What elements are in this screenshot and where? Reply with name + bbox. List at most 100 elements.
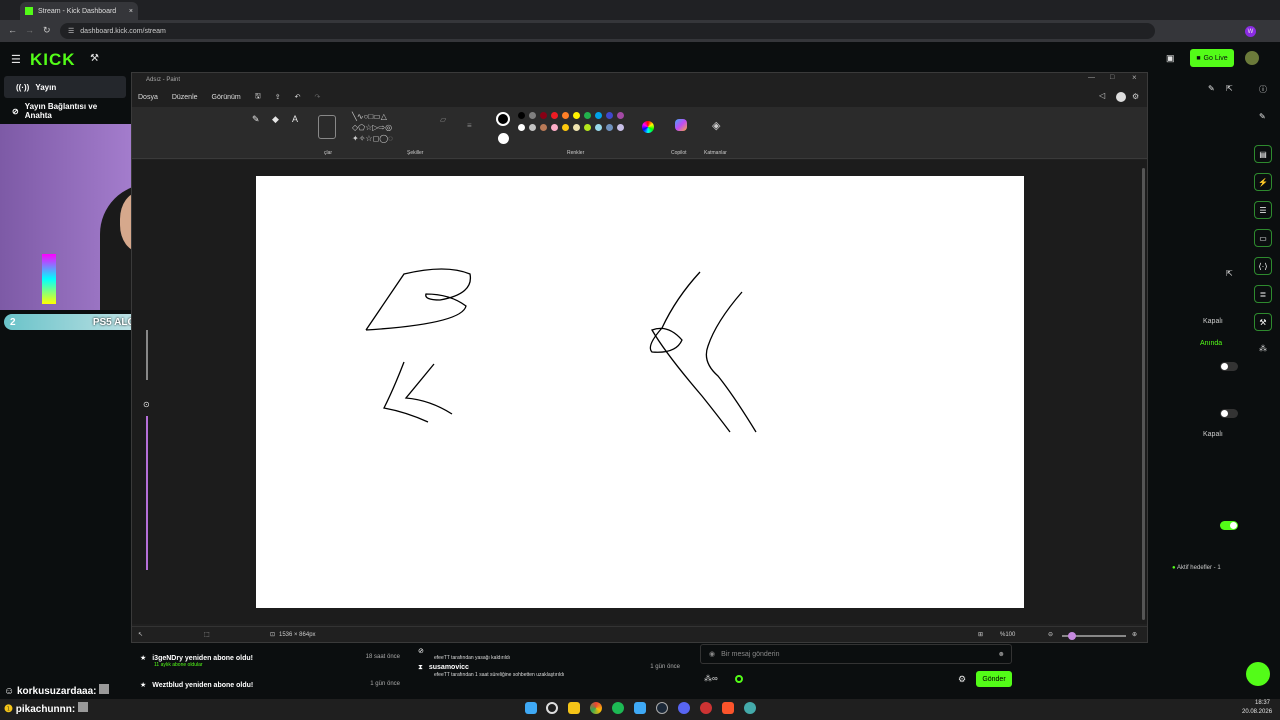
color-swatch[interactable] — [595, 112, 602, 119]
spotify-icon[interactable] — [612, 702, 624, 714]
lock-icon[interactable]: ⊙ — [143, 400, 150, 409]
camera-icon[interactable]: ▣ — [1166, 53, 1175, 64]
chrome-icon[interactable] — [590, 702, 602, 714]
menu-file[interactable]: Dosya — [138, 94, 158, 101]
app-icon[interactable] — [700, 702, 712, 714]
app-icon[interactable] — [634, 702, 646, 714]
back-icon[interactable]: ← — [8, 25, 17, 35]
color-swatch[interactable] — [573, 112, 580, 119]
users-icon[interactable]: ⁂ — [1259, 344, 1267, 353]
color-swatch[interactable] — [573, 124, 580, 131]
sidebar-button-chat[interactable]: ▤ — [1254, 145, 1272, 163]
browser-tab[interactable]: Stream - Kick Dashboard × — [20, 2, 138, 20]
color-swatch[interactable] — [617, 112, 624, 119]
zoom-thumb[interactable] — [1068, 632, 1076, 640]
overlay-slider-track[interactable] — [146, 416, 148, 570]
color-swatch[interactable] — [584, 112, 591, 119]
zoom-slider[interactable] — [1062, 632, 1126, 640]
color-picker-icon[interactable] — [642, 121, 654, 133]
color-swatch[interactable] — [529, 124, 536, 131]
pen-icon[interactable]: ✎ — [1259, 112, 1266, 121]
undo-icon[interactable]: ↶ — [295, 93, 301, 101]
color-swatch[interactable] — [551, 112, 558, 119]
settings-icon[interactable]: ⚙ — [1132, 92, 1139, 101]
reload-icon[interactable]: ↻ — [43, 25, 51, 36]
shapes-gallery[interactable]: ╲∿○□▭△ ◇⬠☆▷⇨◎ ✦✧☆◻◯◌ — [352, 111, 430, 145]
drawing-canvas[interactable] — [256, 176, 1024, 608]
overlay-slider-track[interactable] — [146, 330, 148, 380]
fit-icon[interactable]: ⊞ — [978, 631, 983, 638]
color-swatch[interactable] — [606, 124, 613, 131]
color-swatch[interactable] — [617, 124, 624, 131]
clock-time[interactable]: 18:37 — [1255, 700, 1270, 706]
setting-value[interactable]: Anında — [1200, 340, 1222, 347]
sidebar-button-stack[interactable]: ≣ — [1254, 285, 1272, 303]
sidebar-button-flash[interactable]: ⚡ — [1254, 173, 1272, 191]
color-swatch[interactable] — [595, 124, 602, 131]
zoom-level[interactable]: %100 — [1000, 632, 1015, 638]
chat-input[interactable]: ◉ Bir mesaj gönderin ☻ — [700, 644, 1012, 664]
toggle-on[interactable] — [1220, 521, 1238, 530]
search-icon[interactable] — [546, 702, 558, 714]
brush-icon[interactable] — [318, 115, 336, 139]
size-icon[interactable]: ≡ — [467, 121, 472, 130]
info-icon[interactable]: ⓘ — [1259, 84, 1267, 95]
color-swatch[interactable] — [551, 124, 558, 131]
close-icon[interactable]: × — [129, 8, 133, 15]
color-swatch[interactable] — [540, 124, 547, 131]
color-swatch[interactable] — [529, 112, 536, 119]
setting-value[interactable]: Kapalı — [1203, 431, 1223, 438]
menu-edit[interactable]: Düzenle — [172, 94, 198, 101]
steam-icon[interactable] — [656, 702, 668, 714]
color-swatch[interactable] — [584, 124, 591, 131]
account-icon[interactable] — [1116, 92, 1126, 102]
text-tool-icon[interactable]: A — [292, 114, 298, 124]
toggle-off[interactable] — [1220, 362, 1238, 371]
clock-date[interactable]: 20.08.2026 — [1242, 709, 1272, 715]
sidebar-button-wrench[interactable]: ⚒ — [1254, 313, 1272, 331]
close-window-icon[interactable]: × — [1132, 73, 1137, 82]
popout-icon[interactable]: ⇱ — [1226, 269, 1233, 278]
chat-settings-icon[interactable]: ⚙ — [958, 674, 966, 685]
go-live-button[interactable]: ■ Go Live — [1190, 49, 1234, 67]
nav-item-stream-key[interactable]: ⊘ Yayın Bağlantısı ve Anahta — [0, 100, 130, 122]
color-palette[interactable] — [516, 111, 636, 135]
secondary-color[interactable] — [498, 133, 509, 144]
color-swatch[interactable] — [540, 112, 547, 119]
color-swatch[interactable] — [562, 112, 569, 119]
windows-start-icon[interactable] — [525, 702, 537, 714]
zoom-out-icon[interactable]: ⊖ — [1048, 631, 1053, 638]
kick-logo[interactable]: KICK — [30, 50, 76, 70]
fill-icon[interactable]: ◆ — [272, 114, 279, 125]
color-swatch[interactable] — [562, 124, 569, 131]
nav-item-stream[interactable]: ((·)) Yayın — [4, 76, 126, 98]
redo-icon[interactable]: ↷ — [314, 93, 320, 101]
menu-icon[interactable]: ☰ — [11, 53, 21, 66]
obs-icon[interactable] — [744, 702, 756, 714]
copilot-icon[interactable] — [675, 119, 687, 131]
zoom-in-icon[interactable]: ⊕ — [1132, 631, 1137, 638]
vertical-scrollbar[interactable] — [1142, 168, 1145, 620]
brave-icon[interactable] — [722, 702, 734, 714]
menu-view[interactable]: Görünüm — [212, 94, 241, 101]
color-swatch[interactable] — [518, 124, 525, 131]
emoji-icon[interactable]: ☻ — [998, 651, 1005, 658]
layers-icon[interactable]: ◈ — [712, 119, 720, 132]
url-field[interactable]: ☰ dashboard.kick.com/stream — [60, 23, 1155, 39]
edit-icon[interactable]: ✎ — [1208, 84, 1215, 93]
avatar[interactable] — [1245, 51, 1259, 65]
chat-bubble-icon[interactable] — [1246, 662, 1270, 686]
sidebar-button-message[interactable]: ▭ — [1254, 229, 1272, 247]
popout-icon[interactable]: ⇱ — [1226, 84, 1233, 93]
tools-icon[interactable]: ⚒ — [90, 53, 99, 64]
minimize-icon[interactable]: — — [1088, 74, 1095, 81]
save-icon[interactable]: 🖫 — [255, 92, 261, 103]
folder-icon[interactable] — [568, 702, 580, 714]
primary-color[interactable] — [496, 112, 510, 126]
share-icon[interactable]: ⇪ — [275, 93, 281, 101]
emote-icon[interactable]: ◉ — [709, 650, 715, 658]
forward-icon[interactable]: → — [25, 25, 34, 35]
outline-icon[interactable]: ▱ — [440, 115, 446, 124]
send-button[interactable]: Gönder — [976, 671, 1012, 687]
toggle-off[interactable] — [1220, 409, 1238, 418]
